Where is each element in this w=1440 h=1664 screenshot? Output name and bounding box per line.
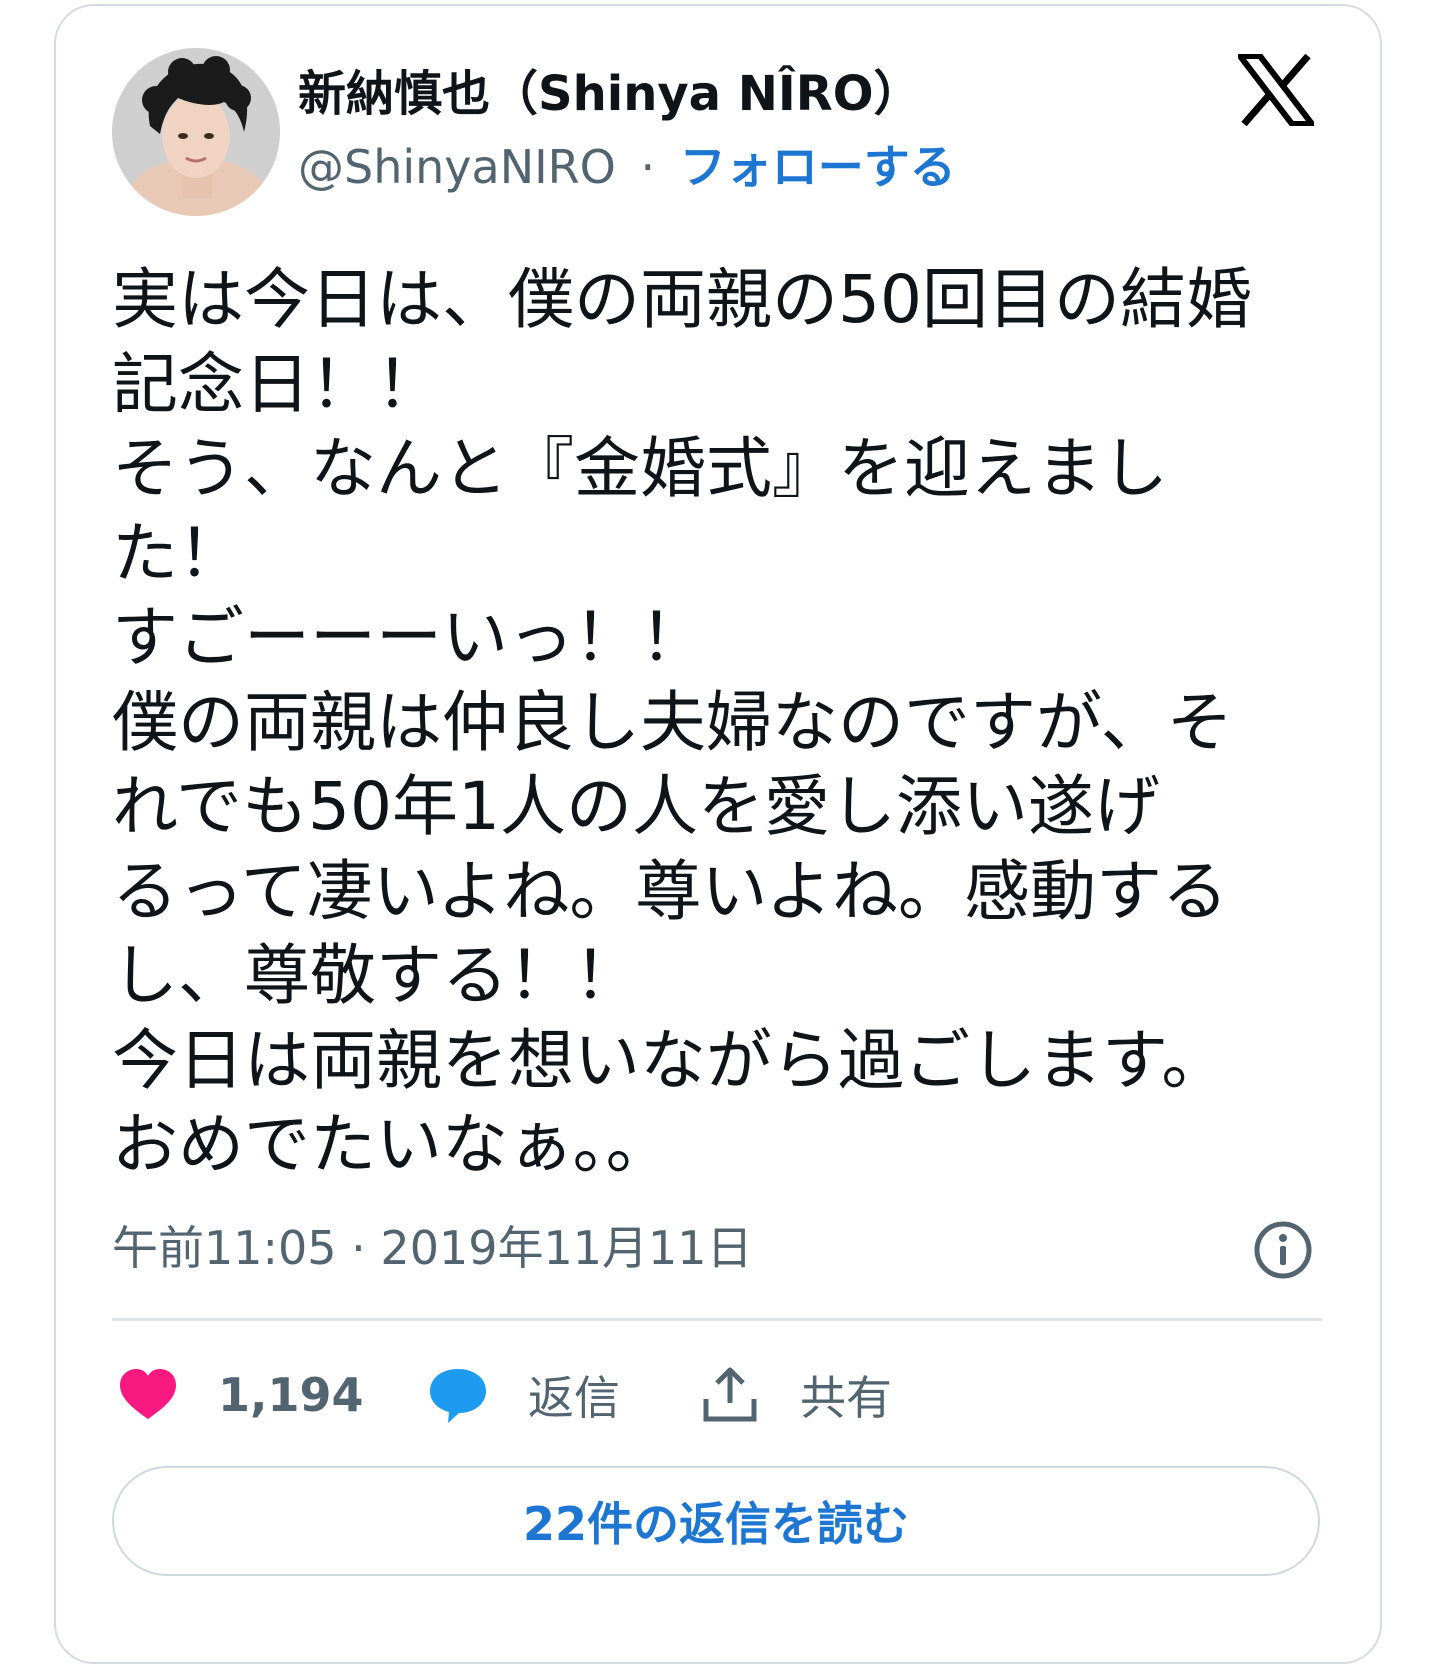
author-handle-row: @ShinyaNIRO · フォローする <box>298 132 956 202</box>
author-handle[interactable]: @ShinyaNIRO <box>298 140 616 194</box>
share-icon <box>703 1367 757 1422</box>
tweet-line: し、尊敬する！！ <box>112 937 640 1014</box>
avatar-photo <box>112 48 280 216</box>
reply-button[interactable]: 返信 <box>426 1350 620 1440</box>
tweet-line: すごーーーいっ！！ <box>112 599 706 676</box>
x-logo-icon[interactable] <box>1233 53 1319 127</box>
info-icon[interactable] <box>1252 1219 1314 1281</box>
reply-bubble-icon <box>430 1369 486 1423</box>
like-count: 1,194 <box>218 1368 364 1422</box>
tweet-line: 記念日！！ <box>112 345 442 423</box>
divider <box>112 1318 1322 1321</box>
heart-icon <box>120 1369 176 1419</box>
author-display-name[interactable]: 新納慎也（Shinya NÎRO） <box>298 58 922 130</box>
share-button[interactable]: 共有 <box>698 1350 892 1440</box>
handle-separator: · <box>640 140 656 194</box>
tweet-line: おめでたいなぁ。。 <box>112 1106 672 1183</box>
tweet-line: 実は今日は、僕の両親の50回目の結婚 <box>112 261 1252 338</box>
tweet-timestamp[interactable]: 午前11:05 · 2019年11月11日 <box>112 1218 753 1278</box>
tweet-text: 実は今日は、僕の両親の50回目の結婚 記念日！！ そう、なんと『金婚式』を迎えま… <box>112 258 1332 1188</box>
tweet-line: 僕の両親は仲良し夫婦なのですが、そ <box>112 683 1233 761</box>
share-label: 共有 <box>800 1371 892 1425</box>
tweet-line: 今日は両親を想いながら過ごします。 <box>112 1021 1228 1099</box>
tweet-line: そう、なんと『金婚式』を迎えまし <box>112 430 1168 507</box>
read-replies-button[interactable]: 22件の返信を読む <box>112 1466 1320 1576</box>
tweet-actions: 1,194 返信 共有 <box>112 1350 1322 1440</box>
tweet-line: るって凄いよね。尊いよね。感動する <box>112 852 1229 930</box>
tweet-line: た！ <box>112 514 244 592</box>
follow-button[interactable]: フォローする <box>680 140 956 194</box>
tweet-line: れでも50年1人の人を愛し添い遂げ <box>112 768 1160 845</box>
reply-label: 返信 <box>528 1371 620 1425</box>
like-button[interactable]: 1,194 <box>116 1350 364 1440</box>
avatar[interactable] <box>112 48 280 216</box>
